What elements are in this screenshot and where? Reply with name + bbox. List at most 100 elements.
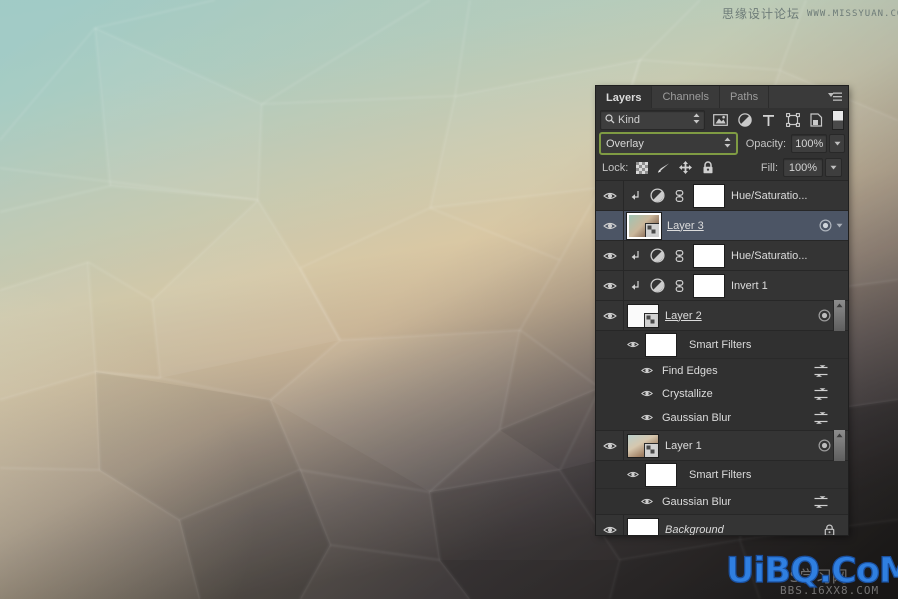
stepper-icon[interactable]	[724, 137, 731, 151]
filter-name[interactable]: Gaussian Blur	[662, 412, 808, 424]
layer-name[interactable]: Hue/Saturatio...	[731, 190, 813, 202]
panel-menu-icon[interactable]	[826, 86, 844, 108]
table-row[interactable]: Layer 2	[596, 299, 848, 332]
layer-effects-icon[interactable]	[815, 439, 833, 452]
smart-filters-mask-thumbnail[interactable]	[645, 462, 677, 487]
layer-mask-thumbnail[interactable]	[693, 273, 725, 298]
list-item[interactable]: Crystallize	[596, 382, 848, 405]
layer-thumbnail[interactable]	[627, 433, 659, 458]
filter-kind-select[interactable]: Kind	[600, 110, 705, 130]
hue-saturation-icon[interactable]	[646, 248, 668, 263]
layer-name[interactable]: Invert 1	[731, 280, 813, 292]
table-row[interactable]: Invert 1	[596, 271, 848, 301]
layer-visibility-toggle[interactable]	[596, 515, 624, 535]
layer-name[interactable]: Background	[665, 524, 818, 535]
layer-name[interactable]: Layer 2	[665, 310, 815, 322]
fill-dropdown-button[interactable]	[825, 158, 842, 177]
lock-image-icon[interactable]	[657, 161, 670, 174]
filter-visibility-toggle[interactable]	[637, 497, 657, 506]
lock-position-icon[interactable]	[679, 161, 693, 174]
fill-input[interactable]: 100%	[783, 158, 823, 177]
lock-all-icon[interactable]	[701, 161, 714, 174]
smart-filters-visibility-toggle[interactable]	[623, 340, 643, 349]
smart-filters-label: Smart Filters	[689, 468, 752, 481]
smart-object-badge-icon	[644, 312, 658, 327]
table-row[interactable]: Background	[596, 515, 848, 535]
collapse-triangle-icon[interactable]	[834, 223, 845, 228]
layer-name[interactable]: Layer 1	[665, 440, 815, 452]
opacity-input[interactable]: 100%	[791, 134, 828, 153]
layer-visibility-toggle[interactable]	[596, 301, 624, 330]
tab-layers[interactable]: Layers	[596, 86, 653, 108]
layer-visibility-toggle[interactable]	[596, 211, 624, 240]
text-filter-icon[interactable]	[757, 110, 781, 130]
filter-toggle-switch[interactable]	[831, 110, 844, 130]
table-row[interactable]: Layer 3	[596, 211, 848, 241]
list-item[interactable]: Find Edges	[596, 359, 848, 382]
lock-transparency-icon[interactable]	[635, 161, 648, 174]
layer-list[interactable]: Hue/Saturatio... Layer 3 Hue/Saturatio..…	[596, 180, 848, 535]
tab-paths[interactable]: Paths	[719, 86, 770, 108]
opacity-dropdown-button[interactable]	[829, 134, 845, 153]
smart-object-filter-icon[interactable]	[805, 110, 829, 130]
filter-visibility-toggle[interactable]	[637, 389, 657, 398]
filter-blending-options-icon[interactable]	[808, 387, 834, 400]
layer-visibility-toggle[interactable]	[596, 271, 624, 300]
layer-name[interactable]: Hue/Saturatio...	[731, 250, 813, 262]
layer-effects-icon[interactable]	[816, 219, 834, 232]
image-filter-icon[interactable]	[709, 110, 733, 130]
stepper-icon[interactable]	[693, 113, 700, 127]
clipping-mask-arrow-icon	[624, 280, 646, 291]
collapse-triangle-icon[interactable]	[833, 299, 845, 332]
eye-icon	[641, 498, 653, 505]
eye-icon	[602, 222, 617, 229]
invert-icon[interactable]	[646, 278, 668, 293]
smart-filters-mask-thumbnail[interactable]	[645, 332, 677, 357]
table-row[interactable]: Hue/Saturatio...	[596, 181, 848, 211]
layer-effects-icon[interactable]	[815, 309, 833, 322]
list-item[interactable]: Gaussian Blur	[596, 405, 848, 431]
layer-mask-thumbnail[interactable]	[693, 183, 725, 208]
eye-icon	[602, 192, 617, 199]
layer-thumbnail[interactable]	[627, 212, 661, 239]
filter-name[interactable]: Gaussian Blur	[662, 496, 808, 508]
filter-name[interactable]: Crystallize	[662, 388, 808, 400]
list-item[interactable]: Gaussian Blur	[596, 489, 848, 515]
mask-link-icon[interactable]	[668, 279, 690, 292]
layer-visibility-toggle[interactable]	[596, 241, 624, 270]
panel-tabbar: Layers Channels Paths	[596, 86, 848, 108]
list-item[interactable]: Smart Filters	[596, 461, 848, 489]
list-item[interactable]: Smart Filters	[596, 331, 848, 359]
layer-name[interactable]: Layer 3	[667, 220, 816, 232]
clipping-mask-arrow-icon	[624, 250, 646, 261]
table-row[interactable]: Layer 1	[596, 429, 848, 462]
tab-channels[interactable]: Channels	[652, 86, 720, 108]
filter-blending-options-icon[interactable]	[808, 364, 834, 377]
layer-mask-thumbnail[interactable]	[693, 243, 725, 268]
eye-icon	[641, 367, 653, 374]
collapse-triangle-icon[interactable]	[833, 429, 845, 462]
shape-filter-icon[interactable]	[781, 110, 805, 130]
eye-icon	[627, 341, 639, 348]
adjustment-filter-icon[interactable]	[733, 110, 757, 130]
layer-thumbnail[interactable]	[627, 518, 659, 535]
mask-link-icon[interactable]	[668, 249, 690, 262]
watermark-bottom-big: UiBQ.CoM	[725, 551, 898, 591]
tab-channels-label: Channels	[662, 91, 709, 103]
smart-filters-visibility-toggle[interactable]	[623, 470, 643, 479]
layer-visibility-toggle[interactable]	[596, 181, 624, 210]
mask-link-icon[interactable]	[668, 189, 690, 202]
filter-blending-options-icon[interactable]	[808, 411, 834, 424]
filter-blending-options-icon[interactable]	[808, 495, 834, 508]
layer-visibility-toggle[interactable]	[596, 431, 624, 460]
blend-mode-value: Overlay	[606, 137, 644, 150]
blend-mode-select[interactable]: Overlay	[599, 132, 738, 155]
tab-layers-label: Layers	[606, 92, 642, 104]
filter-visibility-toggle[interactable]	[637, 413, 657, 422]
smart-object-badge-icon	[645, 222, 659, 237]
layer-thumbnail[interactable]	[627, 303, 659, 328]
filter-visibility-toggle[interactable]	[637, 366, 657, 375]
filter-name[interactable]: Find Edges	[662, 365, 808, 377]
table-row[interactable]: Hue/Saturatio...	[596, 241, 848, 271]
hue-saturation-icon[interactable]	[646, 188, 668, 203]
